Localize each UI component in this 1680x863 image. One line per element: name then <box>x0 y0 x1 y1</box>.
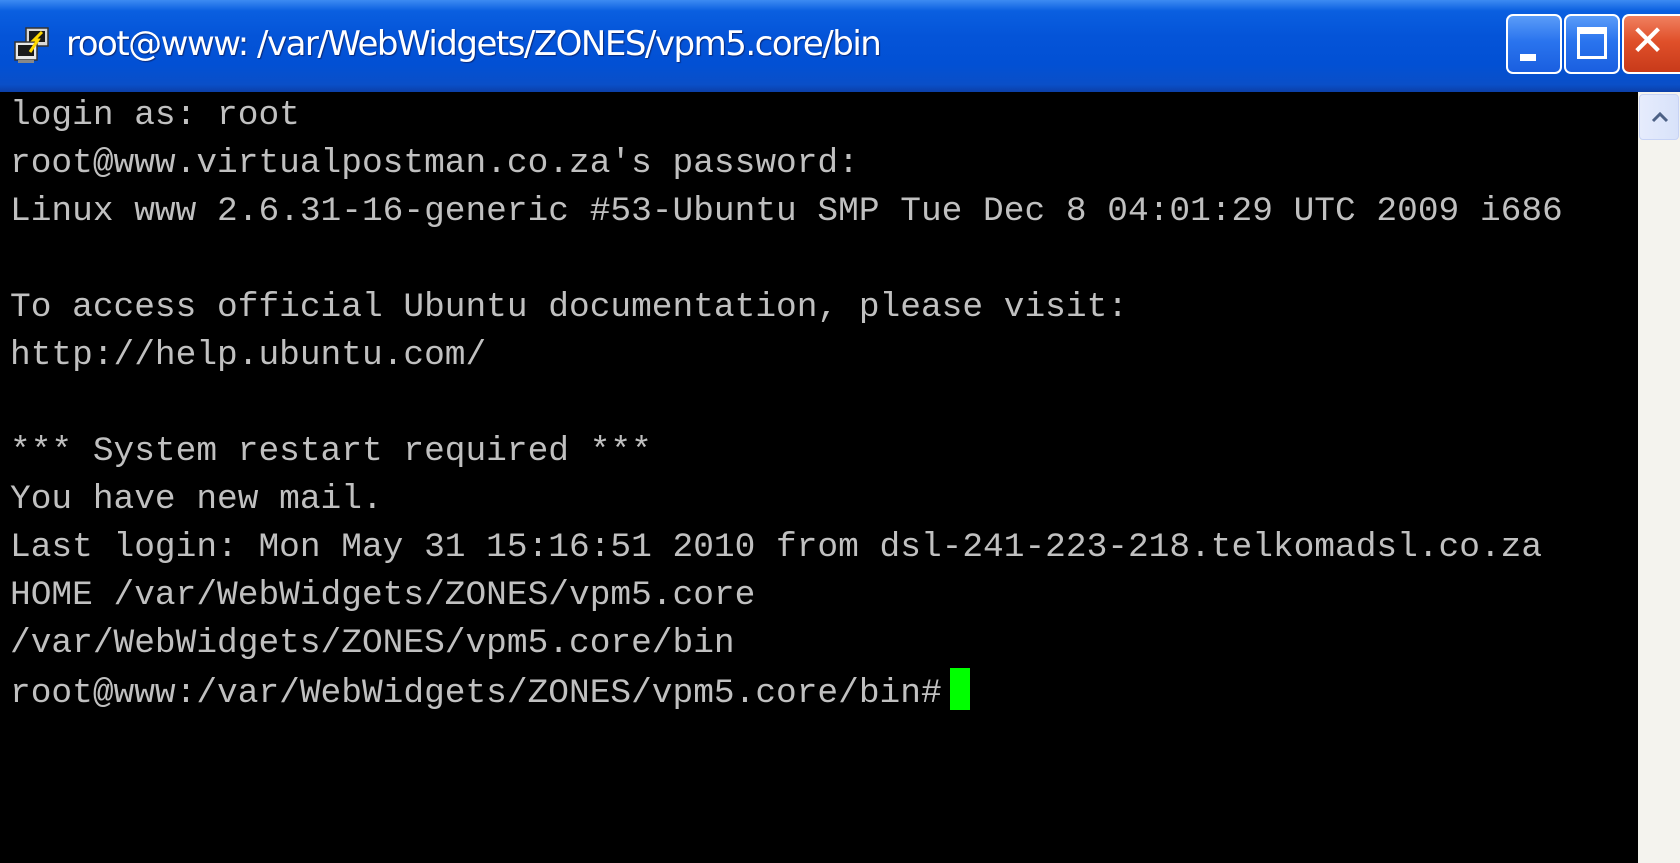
window-title: root@www: /var/WebWidgets/ZONES/vpm5.cor… <box>66 24 882 64</box>
terminal-line-login: login as: root <box>10 96 300 135</box>
chevron-up-icon <box>1651 111 1669 123</box>
putty-icon[interactable] <box>12 26 52 66</box>
vertical-scrollbar[interactable] <box>1638 92 1680 863</box>
terminal-line-restart-notice: *** System restart required *** <box>10 432 652 471</box>
shell-prompt: root@www:/var/WebWidgets/ZONES/vpm5.core… <box>10 674 942 713</box>
title-bar[interactable]: root@www: /var/WebWidgets/ZONES/vpm5.cor… <box>0 0 1680 92</box>
maximize-button[interactable] <box>1564 14 1620 74</box>
terminal-line-password-prompt: root@www.virtualpostman.co.za's password… <box>10 144 859 183</box>
close-button[interactable]: ✕ <box>1622 14 1680 74</box>
terminal-line-last-login: Last login: Mon May 31 15:16:51 2010 fro… <box>10 528 1543 567</box>
scroll-up-button[interactable] <box>1639 94 1679 140</box>
terminal-line-docs-url: http://help.ubuntu.com/ <box>10 336 487 375</box>
terminal-cursor <box>949 668 970 710</box>
terminal-line-cwd: /var/WebWidgets/ZONES/vpm5.core/bin <box>10 624 735 663</box>
terminal-prompt-line[interactable]: root@www:/var/WebWidgets/ZONES/vpm5.core… <box>10 668 970 716</box>
terminal-area[interactable]: login as: root root@www.virtualpostman.c… <box>0 92 1638 863</box>
putty-window: root@www: /var/WebWidgets/ZONES/vpm5.cor… <box>0 0 1680 863</box>
minimize-button[interactable] <box>1506 14 1562 74</box>
close-icon: ✕ <box>1630 16 1666 65</box>
terminal-line-mail-notice: You have new mail. <box>10 480 383 519</box>
terminal-line-kernel-info: Linux www 2.6.31-16-generic #53-Ubuntu S… <box>10 192 1563 231</box>
terminal-line-home: HOME /var/WebWidgets/ZONES/vpm5.core <box>10 576 756 615</box>
maximize-icon <box>1577 27 1607 59</box>
terminal-line-docs-notice: To access official Ubuntu documentation,… <box>10 288 1128 327</box>
minimize-icon <box>1520 54 1536 61</box>
